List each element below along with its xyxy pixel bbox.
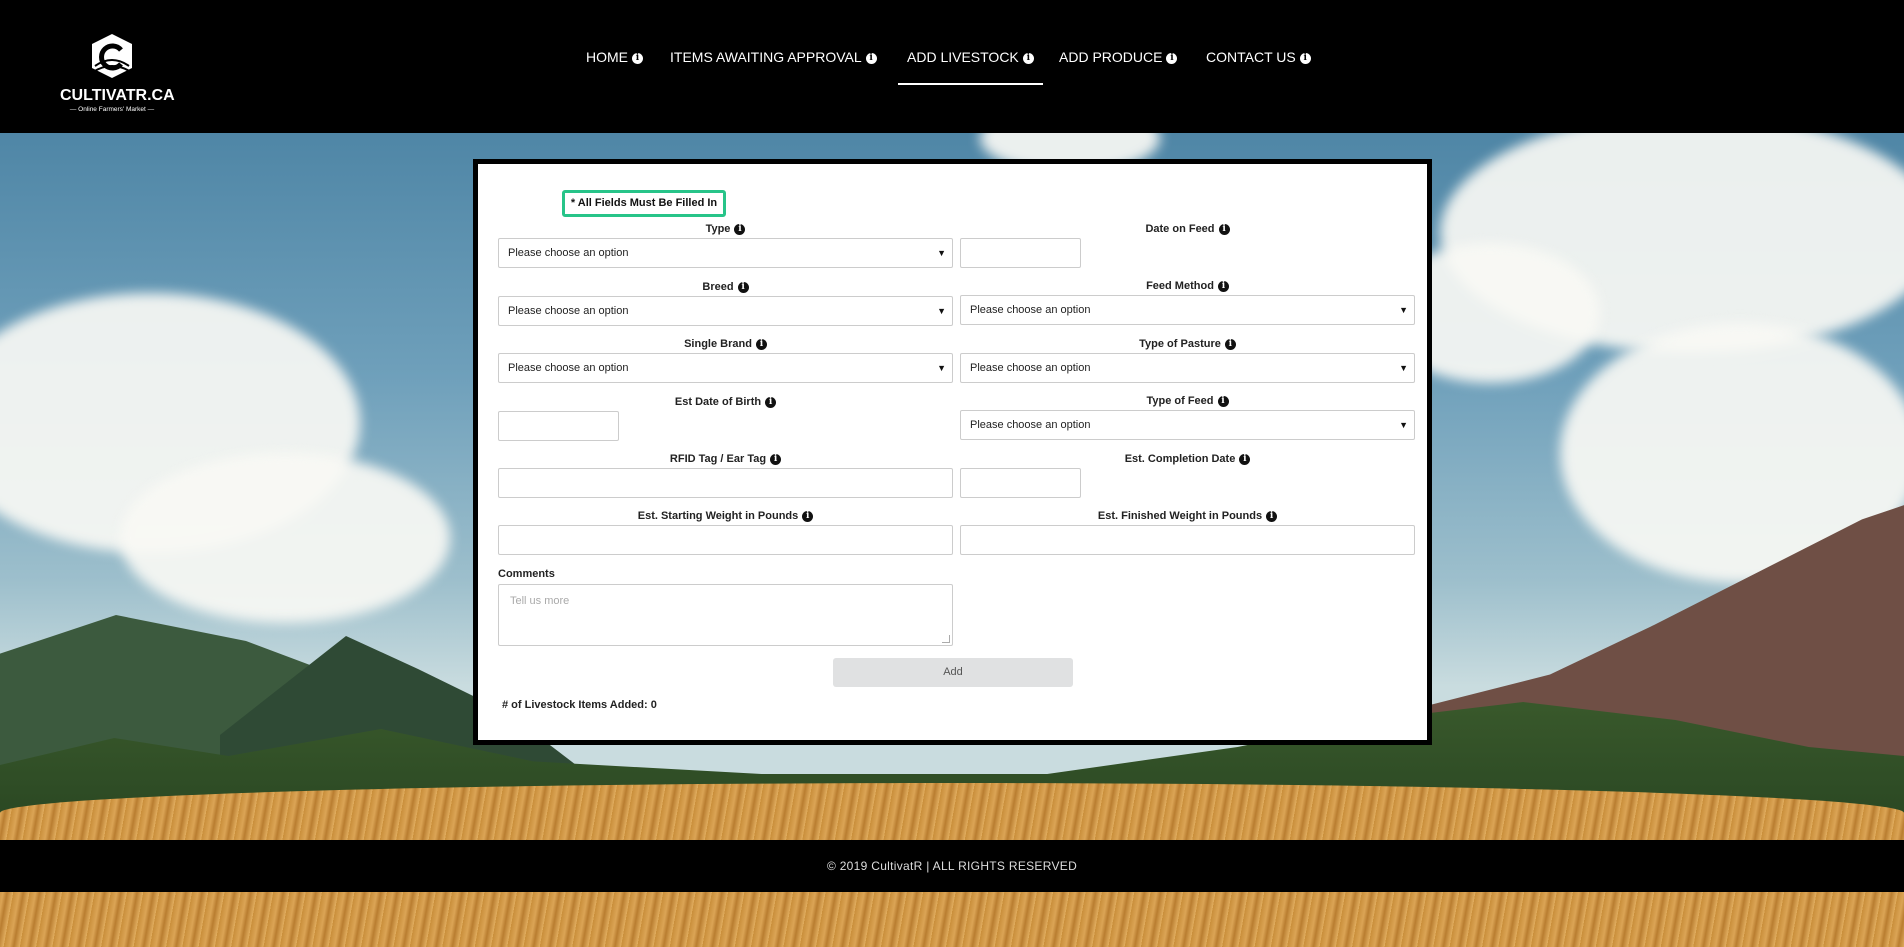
add-button[interactable]: Add bbox=[833, 658, 1073, 687]
info-icon: i bbox=[802, 511, 814, 522]
comments-textarea[interactable]: Tell us more bbox=[498, 584, 953, 646]
feed-method-select[interactable]: Please choose an option ▼ bbox=[960, 295, 1415, 325]
main-nav: HOME i ITEMS AWAITING APPROVAL i ADD LIVES… bbox=[0, 47, 1904, 87]
livestock-items-count: # of Livestock Items Added: 0 bbox=[502, 699, 657, 711]
info-icon: i bbox=[770, 454, 782, 465]
info-icon: i bbox=[1217, 281, 1229, 292]
info-icon: i bbox=[1166, 53, 1178, 64]
est-finished-weight-label: Est. Finished Weight in Pounds i bbox=[960, 509, 1415, 523]
info-icon: i bbox=[1266, 511, 1278, 522]
breed-label: Breed i bbox=[498, 280, 953, 294]
site-header: CULTIVATR.CA — Online Farmers' Market — … bbox=[0, 0, 1904, 133]
info-icon: i bbox=[1022, 53, 1034, 64]
dropdown-caret-icon: ▼ bbox=[1399, 305, 1408, 315]
est-completion-date-label: Est. Completion Date i bbox=[960, 452, 1415, 466]
info-icon: i bbox=[765, 397, 777, 408]
feed-method-label: Feed Method i bbox=[960, 279, 1415, 293]
est-finished-weight-input[interactable] bbox=[960, 525, 1415, 555]
date-on-feed-input[interactable] bbox=[960, 238, 1081, 268]
type-of-feed-label: Type of Feed i bbox=[960, 394, 1415, 408]
info-icon: i bbox=[632, 53, 643, 64]
nav-add-produce[interactable]: ADD PRODUCE i bbox=[1059, 47, 1178, 85]
single-brand-label: Single Brand i bbox=[498, 337, 953, 351]
nav-add-produce-label: ADD PRODUCE bbox=[1059, 49, 1163, 65]
resize-handle-icon[interactable] bbox=[942, 635, 950, 643]
est-completion-date-input[interactable] bbox=[960, 468, 1081, 498]
type-of-pasture-select[interactable]: Please choose an option ▼ bbox=[960, 353, 1415, 383]
nav-contact-us[interactable]: CONTACT US i bbox=[1206, 47, 1311, 85]
dropdown-caret-icon: ▼ bbox=[937, 248, 946, 258]
comments-label: Comments bbox=[498, 568, 555, 580]
site-footer: © 2019 CultivatR | ALL RIGHTS RESERVED bbox=[0, 840, 1904, 892]
nav-items-awaiting-approval[interactable]: ITEMS AWAITING APPROVAL i bbox=[670, 47, 877, 85]
info-icon: i bbox=[737, 282, 749, 293]
est-date-of-birth-input[interactable] bbox=[498, 411, 619, 441]
info-icon: i bbox=[755, 339, 767, 350]
info-icon: i bbox=[865, 53, 877, 64]
dropdown-caret-icon: ▼ bbox=[1399, 363, 1408, 373]
type-of-pasture-label: Type of Pasture i bbox=[960, 337, 1415, 351]
nav-home-label: HOME bbox=[586, 49, 628, 65]
type-select[interactable]: Please choose an option ▼ bbox=[498, 238, 953, 268]
nav-contact-us-label: CONTACT US bbox=[1206, 49, 1296, 65]
est-starting-weight-input[interactable] bbox=[498, 525, 953, 555]
est-starting-weight-label: Est. Starting Weight in Pounds i bbox=[498, 509, 953, 523]
info-icon: i bbox=[1299, 53, 1311, 64]
info-icon: i bbox=[1218, 224, 1230, 235]
info-icon: i bbox=[1224, 339, 1236, 350]
brand-tagline: — Online Farmers' Market — bbox=[69, 106, 155, 113]
date-on-feed-label: Date on Feed i bbox=[960, 222, 1415, 236]
dropdown-caret-icon: ▼ bbox=[937, 306, 946, 316]
nav-items-awaiting-approval-label: ITEMS AWAITING APPROVAL bbox=[670, 49, 862, 65]
add-livestock-form: * All Fields Must Be Filled In Type i Ple… bbox=[473, 159, 1432, 745]
comments-placeholder: Tell us more bbox=[510, 595, 570, 607]
breed-select[interactable]: Please choose an option ▼ bbox=[498, 296, 953, 326]
copyright-text: © 2019 CultivatR | ALL RIGHTS RESERVED bbox=[826, 859, 1078, 873]
nav-home[interactable]: HOME i bbox=[586, 47, 643, 85]
dropdown-caret-icon: ▼ bbox=[1399, 420, 1408, 430]
single-brand-select[interactable]: Please choose an option ▼ bbox=[498, 353, 953, 383]
info-icon: i bbox=[1217, 396, 1229, 407]
type-label: Type i bbox=[498, 222, 953, 236]
info-icon: i bbox=[1239, 454, 1251, 465]
dropdown-caret-icon: ▼ bbox=[937, 363, 946, 373]
required-fields-notice: * All Fields Must Be Filled In bbox=[562, 190, 726, 217]
est-date-of-birth-label: Est Date of Birth i bbox=[498, 395, 953, 409]
info-icon: i bbox=[734, 224, 746, 235]
brand-name: CULTIVATR.CA bbox=[60, 87, 175, 104]
type-of-feed-select[interactable]: Please choose an option ▼ bbox=[960, 410, 1415, 440]
rfid-tag-input[interactable] bbox=[498, 468, 953, 498]
nav-add-livestock-label: ADD LIVESTOCK bbox=[907, 49, 1019, 65]
nav-add-livestock[interactable]: ADD LIVESTOCK i bbox=[898, 47, 1043, 85]
rfid-tag-label: RFID Tag / Ear Tag i bbox=[498, 452, 953, 466]
